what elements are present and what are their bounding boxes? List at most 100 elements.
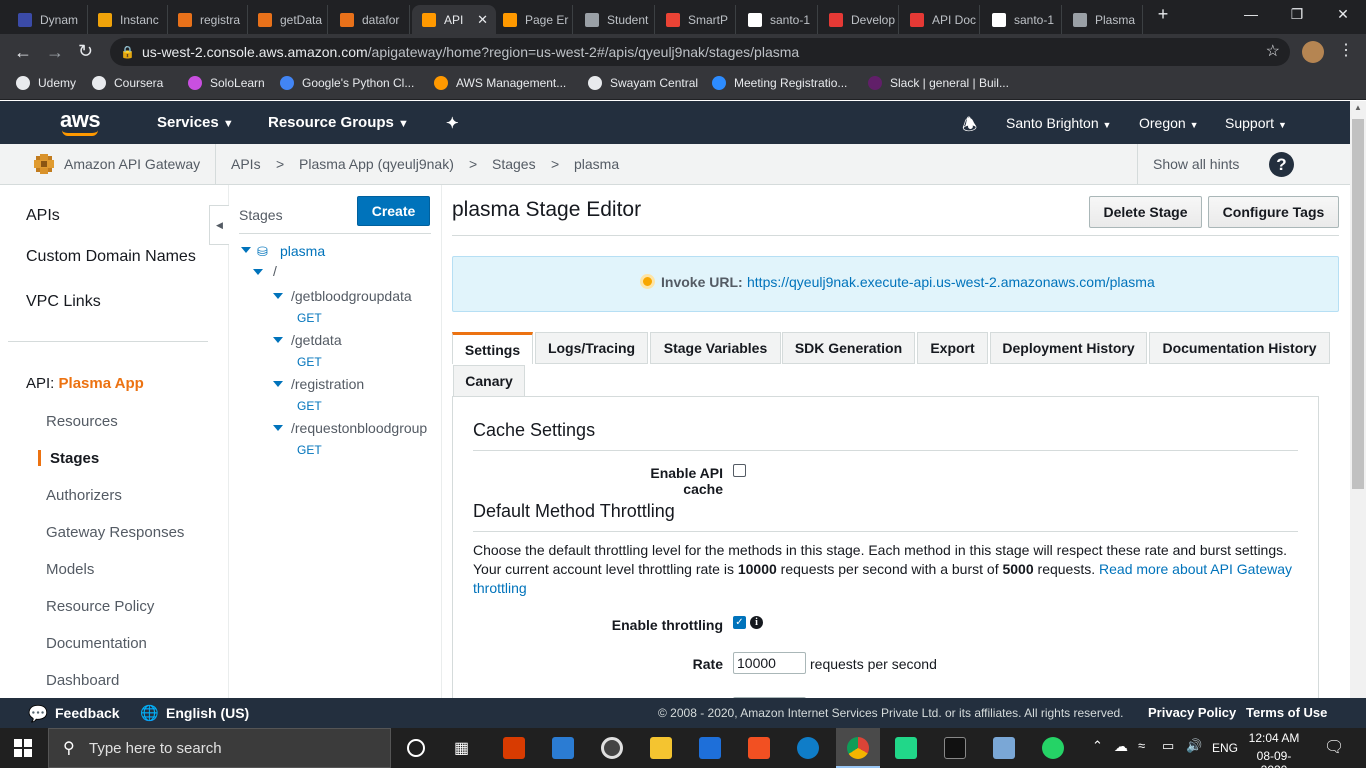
resource-path[interactable]: /getdata <box>291 332 342 348</box>
browser-tab[interactable]: Instanc <box>88 5 168 34</box>
services-menu[interactable]: Services ▼ <box>157 114 234 131</box>
cortana-icon[interactable] <box>407 739 425 757</box>
browser-tab[interactable]: Develop <box>819 5 899 34</box>
forward-icon[interactable]: → <box>46 42 64 63</box>
battery-icon[interactable]: ▭ <box>1162 738 1174 754</box>
configure-tags-button[interactable]: Configure Tags <box>1208 196 1339 228</box>
nav-models[interactable]: Models <box>46 561 94 578</box>
delete-stage-button[interactable]: Delete Stage <box>1089 196 1202 228</box>
language-selector[interactable]: English (US) <box>166 705 249 721</box>
breadcrumb-stages[interactable]: Stages <box>492 156 536 172</box>
resource-path[interactable]: /getbloodgroupdata <box>291 288 412 304</box>
clock-date[interactable]: 08-09-2020 <box>1244 749 1304 777</box>
bookmark-item[interactable]: Google's Python Cl... <box>280 76 414 90</box>
tab-logs-tracing[interactable]: Logs/Tracing <box>535 332 648 364</box>
close-tab-icon[interactable]: ✕ <box>477 12 488 28</box>
bookmark-item[interactable]: Meeting Registratio... <box>712 76 847 90</box>
support-menu[interactable]: Support ▼ <box>1225 115 1287 131</box>
invoke-url-link[interactable]: https://qyeulj9nak.execute-api.us-west-2… <box>747 274 1155 290</box>
breadcrumb-apis[interactable]: APIs <box>231 156 261 172</box>
tab-deployment-history[interactable]: Deployment History <box>990 332 1147 364</box>
nav-dashboard[interactable]: Dashboard <box>46 672 119 689</box>
tab-settings[interactable]: Settings <box>452 332 533 364</box>
nav-stages[interactable]: Stages <box>50 450 99 467</box>
resource-root[interactable]: / <box>273 263 277 279</box>
resource-path[interactable]: /requestonbloodgroup <box>291 420 427 436</box>
file-explorer-icon[interactable] <box>650 737 672 759</box>
windows-start-icon[interactable] <box>14 739 32 757</box>
nav-resource-policy[interactable]: Resource Policy <box>46 598 154 615</box>
method-get[interactable]: GET <box>297 399 322 413</box>
account-menu[interactable]: Santo Brighton ▼ <box>1006 115 1111 131</box>
enable-throttling-checkbox[interactable]: ✓ <box>733 616 746 629</box>
privacy-policy-link[interactable]: Privacy Policy <box>1148 705 1236 720</box>
browser-tab[interactable]: SmartP <box>656 5 736 34</box>
resource-groups-menu[interactable]: Resource Groups ▼ <box>268 114 409 131</box>
bookmark-item[interactable]: SoloLearn <box>188 76 265 90</box>
resource-path[interactable]: /registration <box>291 376 364 392</box>
bookmark-item[interactable]: Swayam Central <box>588 76 698 90</box>
breadcrumb-api[interactable]: Plasma App (qyeulj9nak) <box>299 156 454 172</box>
expand-triangle-icon[interactable] <box>253 269 263 275</box>
whatsapp-icon[interactable] <box>1042 737 1064 759</box>
nav-vpc-links[interactable]: VPC Links <box>26 293 101 311</box>
bookmark-item[interactable]: AWS Management... <box>434 76 566 90</box>
expand-triangle-icon[interactable] <box>273 337 283 343</box>
scroll-up-icon[interactable]: ▲ <box>1350 103 1366 112</box>
photos-icon[interactable] <box>552 737 574 759</box>
tray-chevron-icon[interactable]: ⌃ <box>1092 738 1103 754</box>
help-icon[interactable]: ? <box>1269 152 1294 177</box>
restore-icon[interactable]: ❐ <box>1282 6 1312 23</box>
browser-tab[interactable]: santo-1 <box>982 5 1062 34</box>
nav-gateway-responses[interactable]: Gateway Responses <box>46 524 184 541</box>
browser-tab[interactable]: API ✕ <box>412 5 496 34</box>
show-hints-button[interactable]: Show all hints <box>1153 156 1239 172</box>
profile-avatar[interactable] <box>1302 41 1324 63</box>
browser-tab[interactable]: getData <box>248 5 328 34</box>
onedrive-icon[interactable]: ☁ <box>1114 738 1128 755</box>
bookmark-item[interactable]: Slack | general | Buil... <box>868 76 1009 90</box>
task-view-icon[interactable]: ▦ <box>454 738 469 758</box>
collapse-nav-icon[interactable]: ◀ <box>209 205 229 245</box>
bookmark-star-icon[interactable]: ☆ <box>1266 38 1280 66</box>
nav-documentation[interactable]: Documentation <box>46 635 147 652</box>
terms-of-use-link[interactable]: Terms of Use <box>1246 705 1327 720</box>
info-icon[interactable]: i <box>750 616 763 629</box>
expand-triangle-icon[interactable] <box>273 381 283 387</box>
address-input[interactable]: 🔒 us-west-2.console.aws.amazon.com/apiga… <box>110 38 1290 66</box>
tab-sdk-generation[interactable]: SDK Generation <box>782 332 915 364</box>
new-tab-button[interactable]: + <box>1148 4 1178 25</box>
nav-apis[interactable]: APIs <box>26 207 60 225</box>
browser-tab[interactable]: Page Er <box>493 5 573 34</box>
bookmark-item[interactable]: Coursera <box>92 76 163 90</box>
tab-stage-variables[interactable]: Stage Variables <box>650 332 781 364</box>
movies-icon[interactable] <box>699 737 721 759</box>
enable-cache-checkbox[interactable] <box>733 464 746 477</box>
stage-plasma[interactable]: plasma <box>280 243 325 259</box>
clock-time[interactable]: 12:04 AM <box>1244 731 1304 745</box>
back-icon[interactable]: ← <box>14 42 32 63</box>
api-name[interactable]: Plasma App <box>59 375 144 392</box>
expand-triangle-icon[interactable] <box>273 425 283 431</box>
create-stage-button[interactable]: Create <box>357 196 430 226</box>
browser-tab[interactable]: Dynam <box>8 5 88 34</box>
browser-tab[interactable]: datafor <box>330 5 410 34</box>
chrome-taskbar-button[interactable] <box>836 728 880 768</box>
browser-tab[interactable]: Plasma <box>1063 5 1143 34</box>
breadcrumb-service[interactable]: Amazon API Gateway <box>64 156 200 172</box>
expand-triangle-icon[interactable] <box>273 293 283 299</box>
store-icon[interactable] <box>748 737 770 759</box>
network-icon[interactable]: ≈ <box>1138 738 1145 753</box>
browser-menu-icon[interactable]: ⋮ <box>1338 40 1354 60</box>
edge-icon[interactable] <box>797 737 819 759</box>
tab-export[interactable]: Export <box>917 332 988 364</box>
pin-icon[interactable]: ✦ <box>446 114 459 132</box>
input-language[interactable]: ENG <box>1212 741 1238 755</box>
browser-tab[interactable]: santo-1 <box>738 5 818 34</box>
terminal-icon[interactable] <box>944 737 966 759</box>
scrollbar-thumb[interactable] <box>1352 119 1364 489</box>
tab-canary[interactable]: Canary <box>453 365 525 397</box>
volume-icon[interactable]: 🔊 <box>1186 738 1202 754</box>
method-get[interactable]: GET <box>297 311 322 325</box>
bell-icon[interactable]: 🕭 <box>962 112 977 141</box>
